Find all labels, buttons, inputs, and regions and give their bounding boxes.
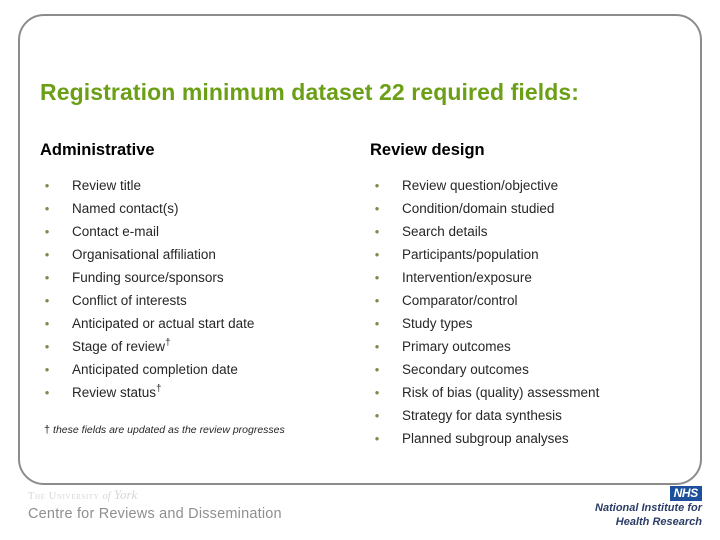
list-item-label: Study types bbox=[402, 316, 473, 331]
administrative-field-list: • Review title • Named contact(s) • Contact… bbox=[40, 174, 360, 404]
list-item: • Review question/objective bbox=[370, 174, 684, 197]
list-item-label: Contact e-mail bbox=[72, 224, 160, 239]
list-item: • Study types bbox=[370, 312, 684, 335]
list-item-label: Stage of review bbox=[72, 339, 166, 354]
list-item-label: Anticipated completion date bbox=[72, 362, 238, 377]
list-item: • Search details bbox=[370, 220, 684, 243]
list-item: • Review status† bbox=[40, 381, 360, 404]
list-item-label: Strategy for data synthesis bbox=[402, 408, 562, 423]
list-item-label: Participants/population bbox=[402, 247, 539, 262]
bullet-icon: • bbox=[44, 385, 50, 400]
bullet-icon: • bbox=[44, 201, 50, 216]
bullet-icon: • bbox=[374, 408, 380, 423]
bullet-icon: • bbox=[374, 339, 380, 354]
list-item: • Anticipated or actual start date bbox=[40, 312, 360, 335]
bullet-icon: • bbox=[374, 247, 380, 262]
bullet-icon: • bbox=[374, 270, 380, 285]
nhs-logo: NHS bbox=[669, 486, 702, 501]
list-item: • Contact e-mail bbox=[40, 220, 360, 243]
list-item: • Participants/population bbox=[370, 243, 684, 266]
list-item-label: Funding source/sponsors bbox=[72, 270, 224, 285]
list-item-label: Primary outcomes bbox=[402, 339, 511, 354]
bullet-icon: • bbox=[374, 293, 380, 308]
list-item-label: Named contact(s) bbox=[72, 201, 179, 216]
list-item-label: Review question/objective bbox=[402, 178, 559, 193]
column-administrative: Administrative • Review title • Named cont… bbox=[40, 140, 370, 450]
bullet-icon: • bbox=[374, 362, 380, 377]
list-item: • Conflict of interests bbox=[40, 289, 360, 312]
footer-left: The University of York Centre for Review… bbox=[28, 488, 358, 524]
list-item-label: Organisational affiliation bbox=[72, 247, 216, 262]
university-logo-of: of bbox=[102, 491, 111, 502]
list-item-label: Anticipated or actual start date bbox=[72, 316, 255, 331]
review-design-field-list: • Review question/objective • Condition/do… bbox=[370, 174, 684, 450]
list-item: • Strategy for data synthesis bbox=[370, 404, 684, 427]
bullet-icon: • bbox=[374, 316, 380, 331]
list-item-label: Risk of bias (quality) assessment bbox=[402, 385, 600, 400]
dagger-marker: † bbox=[165, 337, 171, 349]
bullet-icon: • bbox=[44, 316, 50, 331]
list-item: • Anticipated completion date bbox=[40, 358, 360, 381]
list-item: • Funding source/sponsors bbox=[40, 266, 360, 289]
list-item: • Comparator/control bbox=[370, 289, 684, 312]
bullet-icon: • bbox=[44, 178, 50, 193]
bullet-icon: • bbox=[44, 224, 50, 239]
bullet-icon: • bbox=[44, 247, 50, 262]
bullet-icon: • bbox=[44, 293, 50, 308]
list-item: • Intervention/exposure bbox=[370, 266, 684, 289]
list-item-label: Planned subgroup analyses bbox=[402, 431, 569, 446]
footnote-text: these fields are updated as the review p… bbox=[53, 424, 285, 436]
column-heading-administrative: Administrative bbox=[40, 141, 155, 159]
university-logo-place: York bbox=[113, 487, 138, 502]
slide: Registration minimum dataset 22 required… bbox=[0, 0, 720, 540]
list-item: • Named contact(s) bbox=[40, 197, 360, 220]
list-item: • Condition/domain studied bbox=[370, 197, 684, 220]
bullet-icon: • bbox=[44, 362, 50, 377]
list-item-label: Condition/domain studied bbox=[402, 201, 555, 216]
list-item: • Risk of bias (quality) assessment bbox=[370, 381, 684, 404]
list-item-label: Review status bbox=[72, 385, 157, 400]
list-item-label: Comparator/control bbox=[402, 293, 518, 308]
footer-right: NHS National Institute for Health Resear… bbox=[595, 484, 702, 529]
page-title: Registration minimum dataset 22 required… bbox=[40, 79, 580, 106]
list-item: • Stage of review† bbox=[40, 335, 360, 358]
list-item-label: Secondary outcomes bbox=[402, 362, 529, 377]
centre-name: Centre for Reviews and Dissemination bbox=[28, 506, 282, 522]
list-item: • Planned subgroup analyses bbox=[370, 427, 684, 450]
bullet-icon: • bbox=[374, 201, 380, 216]
bullet-icon: • bbox=[374, 178, 380, 193]
footnote: † these fields are updated as the review… bbox=[44, 424, 360, 436]
column-heading-review-design: Review design bbox=[370, 141, 485, 159]
list-item-label: Review title bbox=[72, 178, 142, 193]
nihr-line-1: National Institute for bbox=[595, 502, 702, 514]
bullet-icon: • bbox=[374, 224, 380, 239]
list-item-label: Conflict of interests bbox=[72, 293, 187, 308]
bullet-icon: • bbox=[374, 431, 380, 446]
list-item: • Primary outcomes bbox=[370, 335, 684, 358]
university-logo-prefix: The University bbox=[28, 491, 100, 502]
bullet-icon: • bbox=[44, 270, 50, 285]
list-item-label: Intervention/exposure bbox=[402, 270, 532, 285]
dagger-marker: † bbox=[156, 383, 162, 395]
nihr-line-2: Health Research bbox=[615, 515, 702, 528]
bullet-icon: • bbox=[374, 385, 380, 400]
list-item: • Review title bbox=[40, 174, 360, 197]
field-columns: Administrative • Review title • Named cont… bbox=[40, 140, 684, 450]
list-item-label: Search details bbox=[402, 224, 488, 239]
bullet-icon: • bbox=[44, 339, 50, 354]
column-review-design: Review design • Review question/objective… bbox=[370, 140, 684, 450]
list-item: • Organisational affiliation bbox=[40, 243, 360, 266]
list-item: • Secondary outcomes bbox=[370, 358, 684, 381]
university-of-york-logo: The University of York bbox=[28, 488, 358, 503]
footnote-dagger-icon: † bbox=[44, 424, 51, 436]
